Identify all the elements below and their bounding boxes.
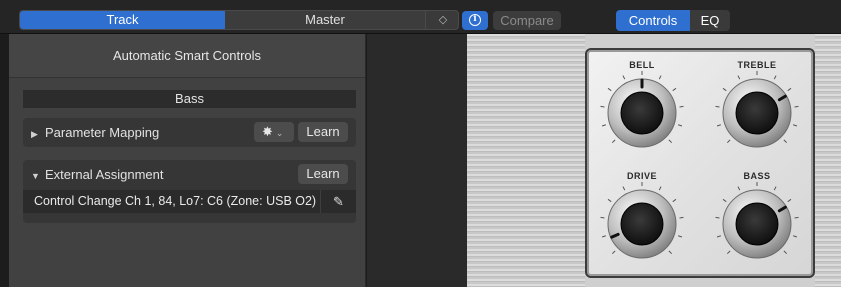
knob-tick	[787, 87, 792, 92]
assignment-row[interactable]: Control Change Ch 1, 84, Lo7: C6 (Zone: …	[23, 190, 356, 213]
knob-tick	[716, 235, 722, 238]
knob-tick	[668, 250, 673, 255]
knob-cap	[735, 91, 779, 135]
knob-tick	[737, 186, 741, 191]
bass-knob[interactable]	[714, 181, 800, 267]
knob-cell-bell: BELL	[587, 50, 697, 160]
bell-knob[interactable]	[599, 70, 685, 156]
treble-knob[interactable]	[714, 70, 800, 156]
knob-cap	[735, 202, 779, 246]
knob-tick	[611, 250, 616, 255]
knob-cell-drive: DRIVE	[587, 161, 697, 271]
knob-cap	[620, 91, 664, 135]
speaker-grille	[467, 34, 585, 287]
knob-tick	[600, 216, 605, 219]
parameter-mapping-disclosure[interactable]: ▶ Parameter Mapping	[31, 125, 159, 140]
knob-label-drive: DRIVE	[626, 171, 657, 181]
knob-tick	[737, 75, 741, 80]
master-segment[interactable]: Master	[225, 11, 425, 29]
knob-tick	[677, 235, 683, 238]
parameter-mapping-label: Parameter Mapping	[45, 125, 160, 140]
knob-tick	[792, 124, 798, 127]
knob-tick	[783, 139, 788, 144]
info-button[interactable]: i	[462, 11, 488, 30]
knob-tick	[622, 186, 626, 191]
knob-tick	[722, 87, 727, 92]
divider-area	[367, 34, 467, 287]
knob-tick	[672, 198, 677, 203]
gear-icon: ✸	[262, 124, 273, 139]
control-name-header: Bass	[23, 90, 356, 108]
inspector-title: Automatic Smart Controls	[9, 34, 365, 78]
knob-tick	[679, 105, 684, 108]
speaker-grille-right	[815, 34, 841, 287]
external-assignment-panel: ▼ External Assignment Learn Control Chang…	[23, 160, 356, 223]
knob-tick	[677, 124, 683, 127]
knob-cell-treble: TREBLE	[702, 50, 812, 160]
knob-tick	[679, 216, 684, 219]
knob-tick	[658, 75, 662, 80]
knob-tick	[722, 198, 727, 203]
knob-tick	[792, 235, 798, 238]
external-assignment-label: External Assignment	[45, 167, 164, 182]
external-assignment-learn-button[interactable]: Learn	[298, 164, 348, 184]
track-master-selector: Track Master ◇	[19, 10, 459, 30]
smart-controls-inspector: Automatic Smart Controls Bass ▶ Parameter…	[9, 34, 366, 287]
knob-tick	[607, 87, 612, 92]
tab-eq[interactable]: EQ	[690, 10, 730, 31]
knob-cell-bass: BASS	[702, 161, 812, 271]
knob-label-bell: BELL	[629, 60, 655, 70]
knob-tick	[787, 198, 792, 203]
knob-label-treble: TREBLE	[737, 60, 777, 70]
amp-controls-panel: BELL TREBLE DRIVE BASS	[467, 34, 841, 287]
knob-tick	[607, 198, 612, 203]
knob-tick	[726, 139, 731, 144]
knob-tick	[601, 235, 607, 238]
knob-cap	[620, 202, 664, 246]
compare-button[interactable]: Compare	[493, 11, 561, 30]
knob-tick	[622, 75, 626, 80]
view-tabs: Controls EQ	[616, 10, 730, 31]
knob-tick	[794, 105, 799, 108]
knob-tick	[726, 250, 731, 255]
assignment-text: Control Change Ch 1, 84, Lo7: C6 (Zone: …	[34, 194, 317, 208]
parameter-mapping-learn-button[interactable]: Learn	[298, 122, 348, 142]
knob-tick	[715, 216, 720, 219]
disclosure-down-icon: ▼	[31, 171, 40, 181]
knob-tick	[716, 124, 722, 127]
knob-tick	[601, 124, 607, 127]
drive-knob[interactable]	[599, 181, 685, 267]
knob-tick	[715, 105, 720, 108]
toolbar: Track Master ◇ i Compare Controls EQ	[0, 0, 841, 34]
external-assignment-disclosure[interactable]: ▼ External Assignment	[31, 167, 164, 182]
knob-tick	[773, 75, 777, 80]
knob-tick	[672, 87, 677, 92]
knob-faceplate: BELL TREBLE DRIVE BASS	[585, 48, 815, 278]
mapping-action-menu[interactable]: ✸ ⌄	[254, 122, 294, 142]
knob-tick	[794, 216, 799, 219]
info-icon: i	[469, 13, 481, 26]
up-down-stepper-icon[interactable]: ◇	[425, 11, 458, 29]
knob-label-bass: BASS	[743, 171, 771, 181]
knob-tick	[600, 105, 605, 108]
knob-tick	[658, 186, 662, 191]
disclosure-right-icon: ▶	[31, 129, 38, 139]
chevron-down-icon: ⌄	[275, 128, 284, 138]
parameter-mapping-panel: ▶ Parameter Mapping ✸ ⌄ Learn	[23, 118, 356, 147]
knob-tick	[783, 250, 788, 255]
knob-tick	[668, 139, 673, 144]
pencil-icon[interactable]: ✎	[320, 190, 356, 213]
knob-tick	[611, 139, 616, 144]
knob-tick	[773, 186, 777, 191]
tab-controls[interactable]: Controls	[616, 10, 690, 31]
track-segment[interactable]: Track	[20, 11, 225, 29]
